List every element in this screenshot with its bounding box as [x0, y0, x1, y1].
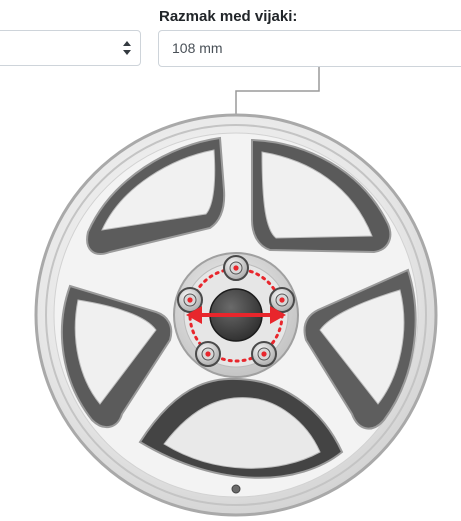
- wheel-illustration: [34, 67, 438, 517]
- valve-stem: [231, 484, 241, 494]
- lug-nut: [223, 255, 249, 281]
- lug-nut: [251, 341, 277, 367]
- lug-nut: [195, 341, 221, 367]
